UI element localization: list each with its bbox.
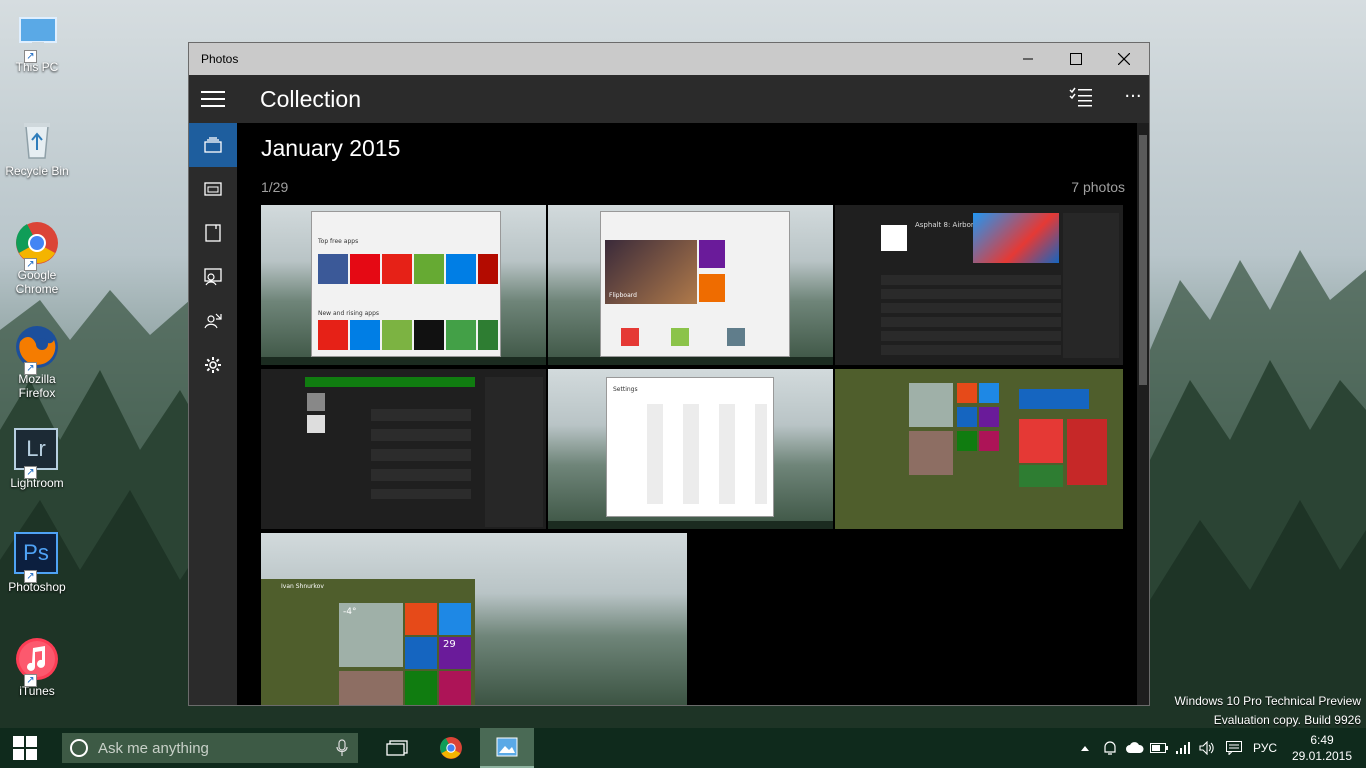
nav-albums[interactable] (189, 167, 237, 211)
album-icon (204, 182, 222, 196)
maximize-icon (1070, 53, 1082, 65)
side-navigation (189, 123, 237, 705)
desktop-icon-itunes[interactable]: ↗ iTunes (2, 630, 72, 720)
close-icon (1118, 53, 1130, 65)
clock-time: 6:49 (1310, 733, 1334, 747)
nav-collection[interactable] (189, 123, 237, 167)
more-options-button[interactable]: ··· (1119, 87, 1147, 111)
collection-content: January 2015 1/29 7 photos Top free apps… (237, 123, 1137, 705)
vertical-scrollbar[interactable] (1137, 123, 1149, 705)
photo-thumbnail[interactable]: Settings (548, 369, 833, 529)
desktop-icon-label: Recycle Bin (5, 164, 69, 178)
window-titlebar[interactable]: Photos (189, 43, 1149, 75)
app-header: Collection ··· (189, 75, 1149, 123)
taskbar-clock[interactable]: 6:49 29.01.2015 (1290, 732, 1354, 764)
monitor-icon: ↗ (14, 12, 60, 63)
desktop-icon-label: Mozilla Firefox (18, 372, 56, 400)
onedrive-tray[interactable] (1124, 728, 1146, 768)
desktop-icon-label: This PC (15, 60, 59, 74)
photoshop-icon: Ps ↗ (14, 532, 60, 583)
microphone-icon[interactable] (336, 739, 348, 757)
cloud-icon (1126, 742, 1144, 753)
desktop-icon-label: iTunes (19, 684, 55, 698)
signal-icon (1176, 742, 1190, 754)
nav-settings[interactable] (189, 343, 237, 387)
more-icon: ··· (1124, 86, 1142, 107)
show-hidden-icons-button[interactable] (1076, 728, 1094, 768)
desktop-icon-this-pc[interactable]: ↗ This PC (2, 6, 72, 96)
photos-window: Photos Collection ··· January 2015 1/29 … (188, 42, 1150, 706)
cortana-search-box[interactable]: Ask me anything (62, 733, 358, 763)
language-indicator: РУС (1252, 741, 1278, 755)
nav-import[interactable] (189, 299, 237, 343)
chevron-up-icon (1081, 746, 1089, 751)
battery-tray[interactable] (1148, 728, 1170, 768)
notifications-tray[interactable] (1100, 728, 1120, 768)
recycle-bin-icon (14, 116, 60, 162)
cortana-icon (70, 739, 88, 757)
folder-icon (205, 224, 221, 242)
desktop-icon-label: Photoshop (8, 580, 66, 594)
battery-icon (1150, 743, 1168, 753)
clock-date: 29.01.2015 (1291, 749, 1353, 763)
maximize-button[interactable] (1053, 43, 1099, 75)
scrollbar-thumb[interactable] (1139, 135, 1147, 385)
taskbar-photos[interactable] (480, 728, 534, 768)
page-title: Collection (260, 85, 361, 112)
bell-icon (1104, 741, 1116, 755)
photo-count: 7 photos (1071, 179, 1125, 195)
windows-logo-icon (13, 736, 37, 760)
search-placeholder: Ask me anything (98, 739, 209, 757)
import-icon (204, 313, 222, 329)
window-title: Photos (201, 52, 239, 66)
hamburger-menu-button[interactable] (189, 75, 237, 123)
close-button[interactable] (1101, 43, 1147, 75)
photos-icon (496, 737, 518, 757)
photo-thumbnail[interactable] (261, 369, 546, 529)
hamburger-icon (201, 91, 225, 107)
nav-slideshow[interactable] (189, 255, 237, 299)
start-button[interactable] (0, 728, 50, 768)
task-view-button[interactable] (370, 728, 424, 768)
minimize-button[interactable] (1005, 43, 1051, 75)
message-icon (1226, 741, 1242, 755)
network-tray[interactable] (1172, 728, 1194, 768)
photo-thumbnail[interactable] (835, 369, 1123, 529)
firefox-icon: ↗ (14, 324, 60, 375)
gear-icon (205, 357, 221, 373)
lightroom-icon: Lr ↗ (14, 428, 60, 479)
month-heading: January 2015 (261, 135, 401, 161)
desktop-icon-lightroom[interactable]: Lr ↗ Lightroom (2, 422, 72, 512)
checklist-icon (1069, 87, 1092, 107)
slideshow-icon (204, 268, 222, 286)
desktop-icon-label: Google Chrome (15, 268, 59, 296)
itunes-icon: ↗ (14, 636, 60, 687)
desktop-icon-firefox[interactable]: ↗ Mozilla Firefox (2, 318, 72, 408)
volume-tray[interactable] (1196, 728, 1218, 768)
desktop-icon-label: Lightroom (10, 476, 64, 490)
photo-thumbnail[interactable]: Top free apps New and rising apps (261, 205, 546, 365)
chrome-icon (440, 737, 462, 759)
input-language-button[interactable]: РУС (1250, 728, 1280, 768)
speaker-icon (1199, 741, 1214, 755)
chrome-icon: ↗ (14, 220, 60, 271)
desktop-icon-photoshop[interactable]: Ps ↗ Photoshop (2, 526, 72, 616)
photo-thumbnail[interactable]: Flipboard (548, 205, 833, 365)
taskbar-chrome[interactable] (424, 728, 478, 768)
photo-thumbnail[interactable]: Ivan Shnurkov -4° 29 (261, 533, 687, 705)
minimize-icon (1023, 58, 1033, 60)
desktop-icon-chrome[interactable]: ↗ Google Chrome (2, 214, 72, 304)
desktop-icon-recycle-bin[interactable]: Recycle Bin (2, 110, 72, 200)
task-view-icon (386, 740, 408, 756)
collection-icon (204, 137, 222, 153)
page-indicator: 1/29 (261, 179, 289, 195)
nav-folders[interactable] (189, 211, 237, 255)
action-center-button[interactable] (1222, 728, 1246, 768)
select-button[interactable] (1069, 87, 1097, 111)
os-watermark: Windows 10 Pro Technical Preview Evaluat… (1174, 694, 1361, 727)
photo-thumbnail[interactable]: Asphalt 8: Airborne (835, 205, 1123, 365)
